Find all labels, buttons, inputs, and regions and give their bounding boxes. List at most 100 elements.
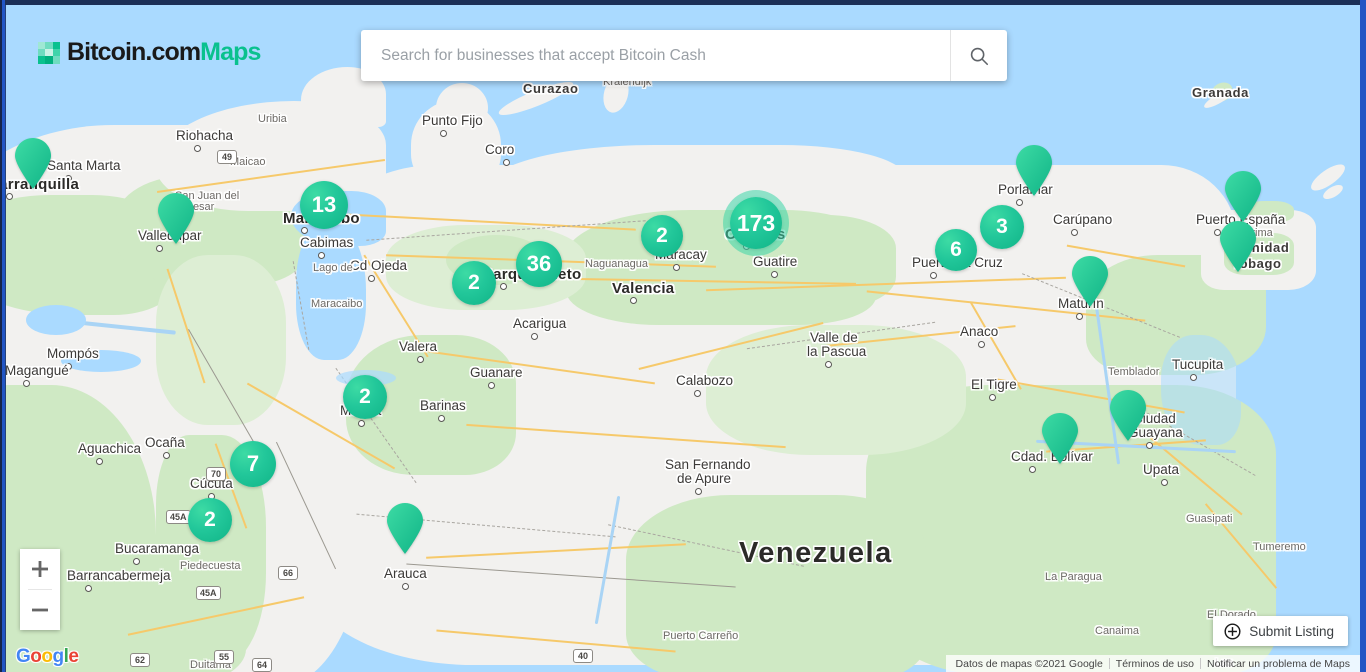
- map-cluster-marker[interactable]: 3: [980, 205, 1024, 249]
- map-pin-marker[interactable]: [1015, 145, 1053, 197]
- map-pin-marker[interactable]: [1109, 390, 1147, 442]
- map-cluster-marker[interactable]: 2: [343, 375, 387, 419]
- map-city-dot: [503, 159, 510, 166]
- plus-circle-icon: [1224, 622, 1241, 640]
- location-pin-icon: [1042, 413, 1078, 464]
- map-city-dot: [6, 193, 13, 200]
- map-city-dot: [1151, 428, 1158, 435]
- cluster-count-label: 2: [204, 508, 216, 531]
- window-frame-left-inner: [0, 0, 2, 672]
- map-city-dot: [683, 474, 690, 481]
- map-city-dot: [1190, 374, 1197, 381]
- map-city-dot: [531, 333, 538, 340]
- cluster-count-label: 2: [468, 271, 480, 294]
- map-city-dot: [163, 452, 170, 459]
- location-pin-icon: [1072, 256, 1108, 307]
- map-pin-marker[interactable]: [1219, 221, 1257, 273]
- highway-shield: 49: [217, 150, 237, 164]
- map-attribution: Datos de mapas ©2021 Google Términos de …: [945, 655, 1360, 672]
- map-city-dot: [417, 356, 424, 363]
- map-city-dot: [500, 283, 507, 290]
- map-pin-marker[interactable]: [1071, 256, 1109, 308]
- map-city-dot: [978, 341, 985, 348]
- location-pin-icon: [158, 193, 194, 244]
- cluster-count-label: 7: [246, 451, 260, 476]
- map-city-dot: [1146, 442, 1153, 449]
- brand-logo-primary: Bitcoin.com: [67, 38, 201, 66]
- bitcoin-com-checker-icon: [38, 41, 60, 64]
- location-pin-icon: [1110, 390, 1146, 441]
- map-city-dot: [23, 380, 30, 387]
- map-city-dot: [630, 297, 637, 304]
- location-pin-icon: [1016, 145, 1052, 196]
- map-city-dot: [368, 275, 375, 282]
- map-city-dot: [989, 394, 996, 401]
- zoom-in-button[interactable]: [20, 549, 60, 589]
- map-city-dot: [301, 227, 308, 234]
- highway-shield: 62: [130, 653, 150, 667]
- cluster-count-label: 36: [526, 251, 552, 276]
- map-city-dot: [194, 145, 201, 152]
- map-pin-marker[interactable]: [14, 138, 52, 190]
- location-pin-icon: [387, 503, 423, 554]
- highway-shield: 70: [206, 467, 226, 481]
- map-city-dot: [96, 458, 103, 465]
- cluster-count-label: 173: [736, 209, 776, 236]
- map-cluster-marker[interactable]: 36: [516, 241, 562, 287]
- map-city-dot: [65, 175, 72, 182]
- attribution-report-link[interactable]: Notificar un problema de Maps: [1201, 658, 1356, 670]
- search-icon: [970, 47, 989, 65]
- map-city-dot: [438, 415, 445, 422]
- submit-listing-label: Submit Listing: [1249, 623, 1334, 639]
- location-pin-icon: [15, 138, 51, 189]
- submit-listing-button[interactable]: Submit Listing: [1213, 616, 1348, 646]
- map-city-dot: [694, 390, 701, 397]
- highway-shield: 45A: [196, 586, 221, 600]
- brand-logo-secondary: Maps: [200, 38, 261, 66]
- zoom-out-button[interactable]: [20, 590, 60, 630]
- brand-logo[interactable]: Bitcoin.comMaps: [38, 38, 261, 66]
- map-city-dot: [133, 558, 140, 565]
- map-city-dot: [402, 583, 409, 590]
- map-city-dot: [488, 382, 495, 389]
- map-city-dot: [930, 272, 937, 279]
- map-city-dot: [440, 130, 447, 137]
- map-city-dot: [1029, 466, 1036, 473]
- map-cluster-marker[interactable]: 2: [188, 498, 232, 542]
- map-city-dot: [828, 347, 835, 354]
- map-city-dot: [358, 420, 365, 427]
- map-pin-marker[interactable]: [157, 193, 195, 245]
- cluster-count-label: 6: [950, 238, 962, 261]
- map-canvas[interactable]: Granada Curazao Kralendijk Punto Fijo Coro Ri…: [6, 5, 1360, 672]
- location-pin-icon: [1225, 171, 1261, 222]
- map-city-dot: [695, 488, 702, 495]
- map-cluster-marker[interactable]: 173: [730, 197, 782, 249]
- map-cluster-marker[interactable]: 7: [230, 441, 276, 487]
- search-input[interactable]: [361, 30, 950, 81]
- map-city-dot: [85, 585, 92, 592]
- map-city-dot: [1016, 199, 1023, 206]
- highway-shield: 64: [252, 658, 272, 672]
- highway-shield: 40: [573, 649, 593, 663]
- attribution-terms-link[interactable]: Términos de uso: [1110, 658, 1200, 670]
- search-button[interactable]: [951, 30, 1007, 81]
- google-logo: Google: [16, 646, 79, 667]
- search-bar[interactable]: [361, 30, 1007, 81]
- map-pin-marker[interactable]: [386, 503, 424, 555]
- map-cluster-marker[interactable]: 2: [452, 261, 496, 305]
- highway-shield: 55: [214, 650, 234, 664]
- plus-icon: [32, 561, 48, 577]
- application-window: Granada Curazao Kralendijk Punto Fijo Coro Ri…: [0, 0, 1366, 672]
- map-city-dot: [65, 363, 72, 370]
- map-pin-marker[interactable]: [1041, 413, 1079, 465]
- map-cluster-marker[interactable]: 6: [935, 229, 977, 271]
- map-city-dot: [1071, 229, 1078, 236]
- window-frame-right: [1360, 0, 1366, 672]
- map-cluster-marker[interactable]: 13: [300, 181, 348, 229]
- cluster-count-label: 3: [996, 215, 1008, 238]
- zoom-controls[interactable]: [20, 549, 60, 630]
- map-city-dot: [1076, 313, 1083, 320]
- attribution-mapdata: Datos de mapas ©2021 Google: [955, 657, 1103, 670]
- map-cluster-marker[interactable]: 2: [641, 215, 683, 257]
- map-pin-marker[interactable]: [1224, 171, 1262, 223]
